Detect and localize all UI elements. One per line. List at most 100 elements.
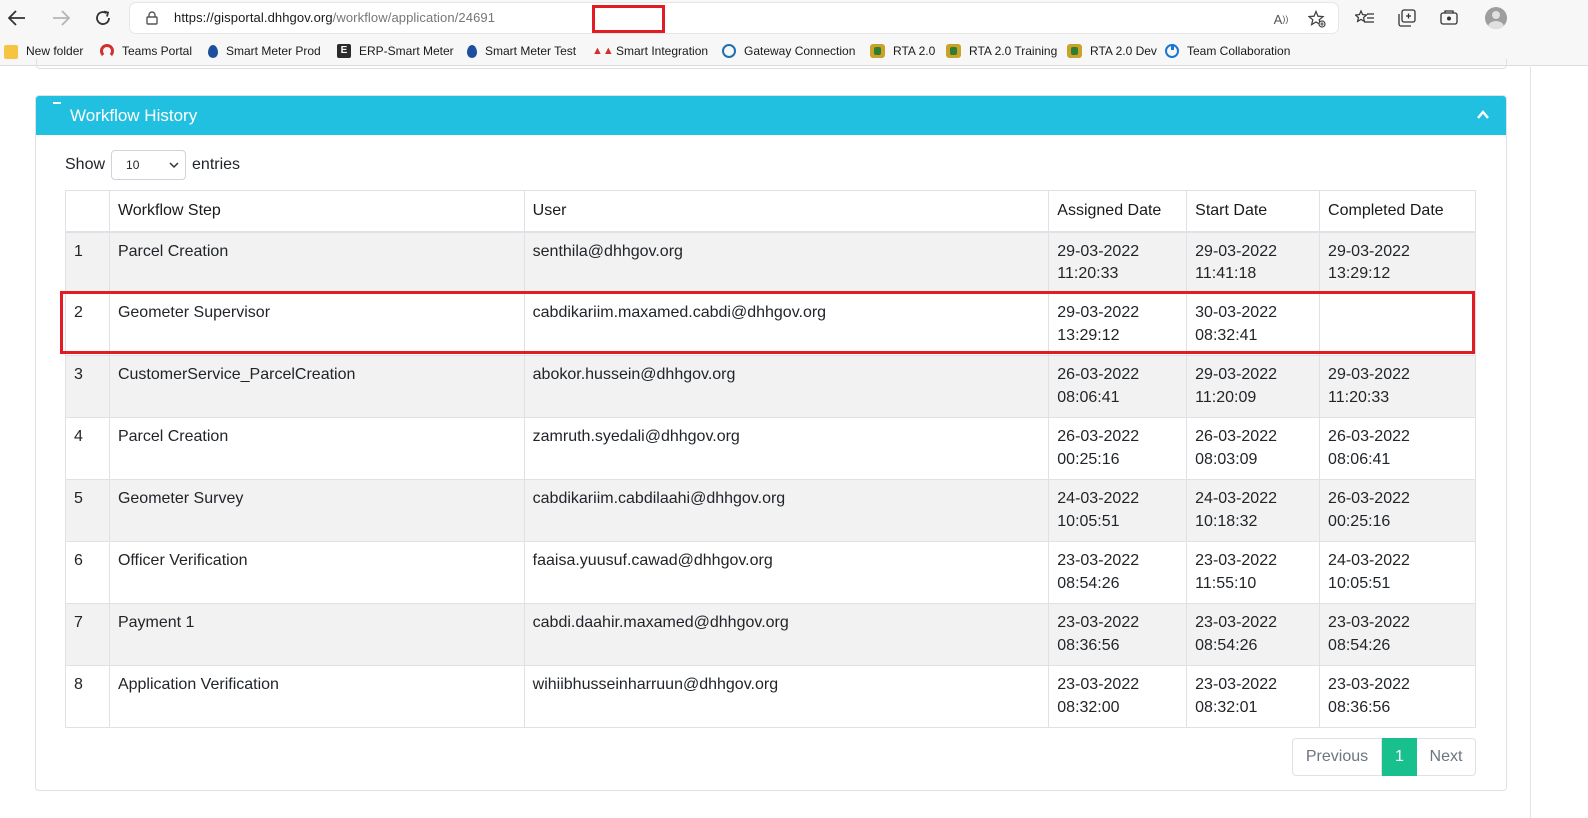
cell-number-value: 8 — [74, 676, 83, 693]
cell-assigned-date-value: 23-03-2022 — [1057, 676, 1140, 693]
table-row: 7 Payment 1 cabdi.daahir.maxamed@dhhgov.or… — [65, 603, 1476, 666]
cell-workflow-step: Payment 1 — [108, 603, 525, 666]
cell-assigned-date: 26-03-2022 00:25:16 — [1048, 417, 1188, 480]
cell-completed-date: 24-03-2022 10:05:51 — [1319, 541, 1476, 604]
cell-user: abokor.hussein@dhhgov.org — [523, 355, 1050, 418]
cell-user: cabdikariim.maxamed.cabdi@dhhgov.org — [523, 293, 1050, 356]
column-header-completed-date[interactable]: Completed Date — [1319, 190, 1476, 233]
cell-user: senthila@dhhgov.org — [523, 231, 1050, 294]
cell-start-date-time: 08:32:41 — [1195, 326, 1258, 344]
cell-user-value: cabdikariim.maxamed.cabdi@dhhgov.org — [532, 304, 827, 321]
cell-number-value: 2 — [74, 304, 83, 321]
cell-assigned-date-value: 26-03-2022 — [1057, 366, 1140, 383]
address-bar[interactable]: https://gisportal.dhhgov.org/workflow/ap… — [130, 3, 1338, 33]
cell-completed-date-value: 29-03-2022 — [1328, 242, 1410, 260]
page-length-value: 10 — [126, 158, 140, 172]
rta-icon — [1067, 44, 1082, 58]
cell-assigned-date: 24-03-2022 10:05:51 — [1048, 479, 1188, 542]
chevron-down-icon — [169, 162, 179, 169]
cell-completed-date-value: 23-03-2022 — [1328, 614, 1410, 631]
page-1-button[interactable]: 1 — [1382, 738, 1417, 776]
bookmark-label: Smart Meter Test — [485, 44, 577, 58]
cell-start-date-value: 30-03-2022 — [1195, 304, 1277, 321]
page-edge-divider — [1530, 67, 1531, 818]
cell-start-date: 26-03-2022 08:03:09 — [1186, 417, 1321, 480]
teams-icon — [100, 44, 114, 58]
rta-icon — [870, 44, 885, 58]
bookmark-rta-2-dev[interactable]: RTA 2.0 Dev — [1067, 43, 1157, 59]
cell-start-date: 29-03-2022 11:20:09 — [1186, 355, 1321, 418]
read-aloud-icon[interactable]: A)) — [1271, 9, 1291, 29]
page-length-select[interactable]: 10 — [111, 150, 187, 180]
bookmark-smart-meter-prod[interactable]: Smart Meter Prod — [206, 43, 321, 59]
bookmark-smart-meter-test[interactable]: Smart Meter Test — [465, 43, 576, 59]
cell-number: 8 — [65, 665, 110, 728]
cell-completed-date-value: 23-03-2022 — [1328, 676, 1410, 693]
column-header-number[interactable] — [65, 190, 110, 233]
erp-icon: E — [337, 44, 351, 58]
refresh-icon[interactable] — [89, 4, 117, 32]
cell-completed-date-time: 13:29:12 — [1328, 265, 1391, 282]
water-drop-icon — [208, 44, 218, 58]
profile-avatar[interactable] — [1485, 7, 1507, 29]
cell-start-date: 23-03-2022 11:55:10 — [1186, 541, 1321, 604]
cell-completed-date: 23-03-2022 08:54:26 — [1319, 603, 1476, 666]
bookmark-label: Smart Integration — [616, 44, 709, 58]
cell-start-date-value: 23-03-2022 — [1195, 676, 1277, 693]
page-length-control: Show 10 entries — [65, 150, 240, 180]
table-header-row: Workflow Step User Assigned Date Start D… — [65, 190, 1476, 233]
bookmark-gateway-connection[interactable]: Gateway Connection — [722, 43, 855, 59]
cell-completed-date: 29-03-2022 11:20:33 — [1319, 355, 1476, 418]
previous-card — [36, 59, 1507, 69]
minus-icon[interactable] — [53, 102, 61, 104]
forward-arrow-icon[interactable] — [47, 4, 75, 32]
bookmark-label: Gateway Connection — [744, 44, 856, 58]
cell-number: 5 — [65, 479, 110, 542]
collections-icon[interactable] — [1395, 6, 1419, 30]
bookmark-new-folder[interactable]: New folder — [4, 43, 83, 59]
cell-completed-date-value: 29-03-2022 — [1328, 366, 1410, 383]
bookmark-teams-portal[interactable]: Teams Portal — [100, 43, 192, 59]
cell-assigned-date-time: 08:54:26 — [1057, 574, 1120, 592]
bookmark-rta-2-training[interactable]: RTA 2.0 Training — [946, 43, 1057, 59]
bookmark-erp-smart-meter[interactable]: E ERP-Smart Meter — [337, 43, 454, 59]
cell-assigned-date: 23-03-2022 08:36:56 — [1048, 603, 1188, 666]
bookmark-rta-2[interactable]: RTA 2.0 — [870, 43, 935, 59]
bookmark-team-collaboration[interactable]: Team Collaboration — [1165, 43, 1290, 59]
previous-page-button[interactable]: Previous — [1292, 738, 1382, 776]
cell-number: 1 — [65, 231, 110, 294]
lock-icon — [146, 11, 158, 25]
cell-completed-date-time: 11:20:33 — [1328, 388, 1390, 406]
table-row: 8 Application Verification wihiibhusseinha… — [65, 665, 1476, 728]
cell-assigned-date-time: 10:05:51 — [1057, 512, 1120, 530]
smart-integration-icon: ▲▲ — [592, 45, 614, 57]
back-arrow-icon[interactable] — [3, 4, 31, 32]
add-favorite-icon[interactable] — [1307, 9, 1327, 29]
column-header-assigned-date[interactable]: Assigned Date — [1048, 190, 1188, 233]
team-collaboration-icon — [1165, 44, 1179, 58]
cell-completed-date — [1319, 293, 1476, 356]
pagination: Previous 1 Next — [1292, 738, 1476, 776]
cell-start-date-time: 11:41:18 — [1195, 265, 1257, 282]
chevron-up-icon[interactable] — [1476, 108, 1490, 122]
folder-icon — [4, 45, 18, 59]
next-page-button[interactable]: Next — [1417, 738, 1476, 776]
cell-start-date-value: 29-03-2022 — [1195, 366, 1277, 383]
cell-assigned-date: 29-03-2022 11:20:33 — [1048, 231, 1188, 294]
bookmark-smart-integration[interactable]: ▲▲ Smart Integration — [592, 43, 708, 59]
bookmark-label: RTA 2.0 Dev — [1090, 44, 1157, 58]
favorites-icon[interactable] — [1353, 6, 1377, 30]
cell-workflow-step: Geometer Survey — [108, 479, 525, 542]
cell-workflow-step: Application Verification — [108, 665, 525, 728]
column-header-workflow-step[interactable]: Workflow Step — [108, 190, 525, 233]
table-row: 6 Officer Verification faaisa.yuusuf.cawad… — [65, 541, 1476, 604]
column-header-start-date[interactable]: Start Date — [1186, 190, 1321, 233]
card-header[interactable]: Workflow History — [36, 96, 1506, 135]
column-header-user[interactable]: User — [523, 190, 1050, 233]
cell-completed-date: 26-03-2022 00:25:16 — [1319, 479, 1476, 542]
bookmark-label: ERP-Smart Meter — [359, 44, 454, 58]
cell-number: 3 — [65, 355, 110, 418]
entries-label: entries — [192, 156, 241, 173]
cell-number: 2 — [65, 293, 110, 356]
extensions-icon[interactable] — [1437, 6, 1461, 30]
